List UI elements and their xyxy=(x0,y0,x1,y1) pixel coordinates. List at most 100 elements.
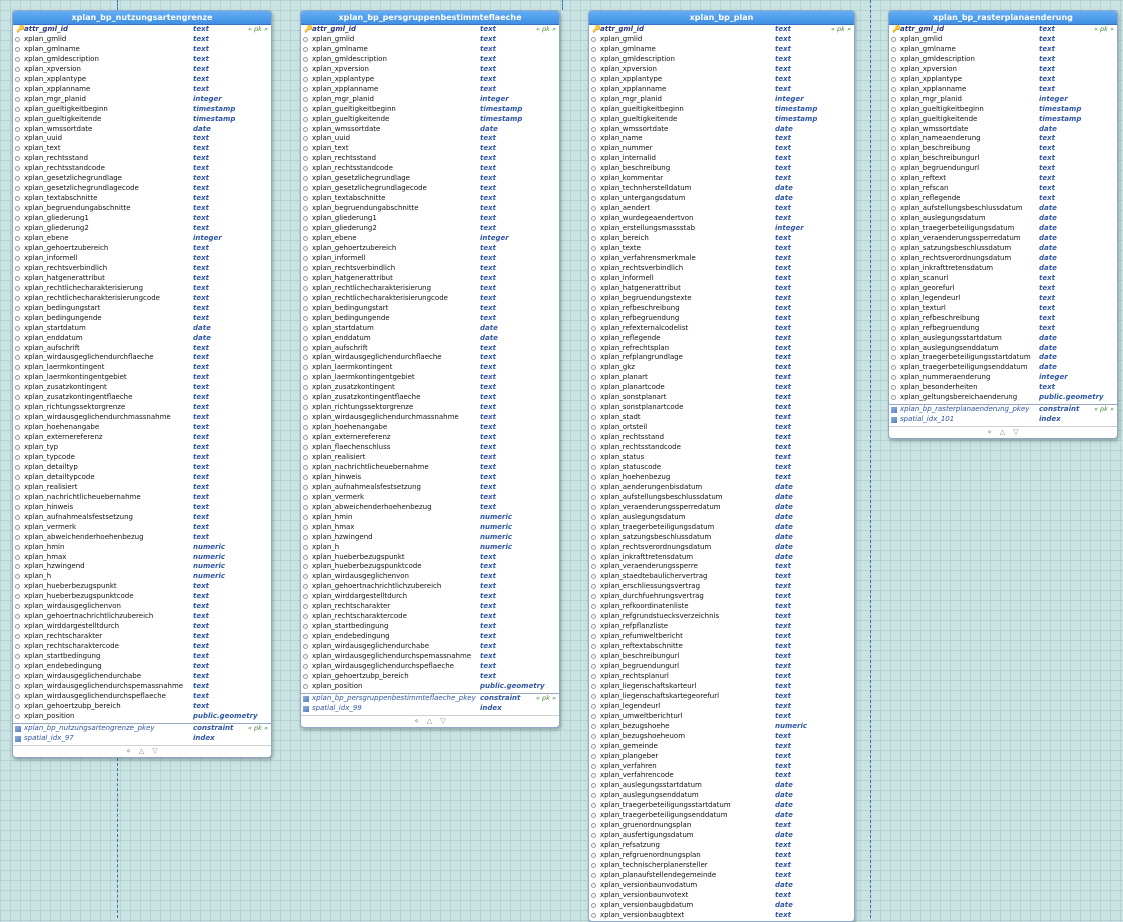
column-row[interactable]: xplan_gesetzlichegrundlagecode text xyxy=(301,184,559,194)
column-row[interactable]: xplan_enddatum date xyxy=(13,334,271,344)
column-row[interactable]: xplan_rechtsstand text xyxy=(589,433,854,443)
column-row[interactable]: xplan_gmlname text xyxy=(589,45,854,55)
column-row[interactable]: xplan_hmin numeric xyxy=(13,543,271,553)
column-row[interactable]: xplan_wirdausgeglichenvon text xyxy=(13,602,271,612)
column-row[interactable]: xplan_gueltigkeitbeginn timestamp xyxy=(13,105,271,115)
column-row[interactable]: xplan_aendert text xyxy=(589,204,854,214)
column-row[interactable]: xplan_liegenschaftskartegeorefurl text xyxy=(589,692,854,702)
column-row[interactable]: xplan_scanurl text xyxy=(889,274,1117,284)
column-row[interactable]: xplan_startbedingung text xyxy=(301,622,559,632)
collapse-down-icon[interactable]: ▽ xyxy=(1013,428,1018,436)
column-row[interactable]: xplan_aufschrift text xyxy=(13,344,271,354)
column-row[interactable]: xplan_rechtsstandcode text xyxy=(589,443,854,453)
column-row[interactable]: xplan_gehoertzubp_bereich text xyxy=(13,702,271,712)
column-row[interactable]: xplan_hoehenangabe text xyxy=(13,423,271,433)
column-row[interactable]: xplan_durchfuehrungsvertrag text xyxy=(589,592,854,602)
column-row[interactable]: xplan_text text xyxy=(301,144,559,154)
table-xplan-bp-plan[interactable]: xplan_bp_plan 🔑 attr_gml_id text « pk » xplan… xyxy=(588,10,855,922)
column-row[interactable]: xplan_veraenderungssperre text xyxy=(589,562,854,572)
column-row[interactable]: xplan_traegerbeteiligungsdatum date xyxy=(589,523,854,533)
column-row[interactable]: xplan_traegerbeteiligungsdatum date xyxy=(889,224,1117,234)
column-row[interactable]: xplan_aufnahmealsfestsetzung text xyxy=(13,513,271,523)
primary-key-row[interactable]: 🔑 attr_gml_id text « pk » xyxy=(301,25,559,35)
column-row[interactable]: xplan_h numeric xyxy=(13,572,271,582)
column-row[interactable]: xplan_gueltigkeitbeginn timestamp xyxy=(301,105,559,115)
column-row[interactable]: xplan_gueltigkeitbeginn timestamp xyxy=(589,105,854,115)
column-row[interactable]: xplan_auslegungsdatum date xyxy=(889,214,1117,224)
column-row[interactable]: xplan_refrechtsplan text xyxy=(589,344,854,354)
column-row[interactable]: xplan_xpplantype text xyxy=(13,75,271,85)
column-row[interactable]: xplan_xpplantype text xyxy=(589,75,854,85)
column-row[interactable]: xplan_informell text xyxy=(589,274,854,284)
column-row[interactable]: xplan_wirdausgeglichendurchmassnahme text xyxy=(13,413,271,423)
column-row[interactable]: xplan_refumweltbericht text xyxy=(589,632,854,642)
column-row[interactable]: xplan_planart text xyxy=(589,373,854,383)
column-row[interactable]: xplan_rechtlichecharakterisierung text xyxy=(13,284,271,294)
column-row[interactable]: xplan_rechtlichecharakterisierung text xyxy=(301,284,559,294)
column-row[interactable]: xplan_auslegungsdatum date xyxy=(589,513,854,523)
column-row[interactable]: xplan_hatgenerattribut text xyxy=(301,274,559,284)
column-row[interactable]: xplan_rechtsverordnungsdatum date xyxy=(589,543,854,553)
column-row[interactable]: xplan_gmlid text xyxy=(301,35,559,45)
column-row[interactable]: xplan_xpversion text xyxy=(13,65,271,75)
column-row[interactable]: xplan_gliederung1 text xyxy=(13,214,271,224)
column-row[interactable]: xplan_sonstplanartcode text xyxy=(589,403,854,413)
column-row[interactable]: xplan_refgrundstuecksverzeichnis text xyxy=(589,612,854,622)
column-row[interactable]: xplan_wirdausgeglichenvon text xyxy=(301,572,559,582)
collapse-down-icon[interactable]: ▽ xyxy=(152,747,157,755)
column-row[interactable]: xplan_refbegruendung text xyxy=(589,314,854,324)
column-row[interactable]: xplan_texturl text xyxy=(889,304,1117,314)
column-row[interactable]: xplan_technischerplanersteller text xyxy=(589,861,854,871)
column-row[interactable]: xplan_geltungsbereichaenderung public.geo… xyxy=(889,393,1117,403)
index-row[interactable]: xplan_bp_persgruppenbestimmteflaeche_pke… xyxy=(301,694,559,704)
column-row[interactable]: xplan_gliederung2 text xyxy=(301,224,559,234)
table-footer-controls[interactable]: ⋄ △ ▽ xyxy=(301,714,559,727)
index-row[interactable]: spatial_idx_97 index xyxy=(13,734,271,744)
column-row[interactable]: xplan_umweltberichturl text xyxy=(589,712,854,722)
column-row[interactable]: xplan_bedingungende text xyxy=(301,314,559,324)
column-row[interactable]: xplan_mgr_planid integer xyxy=(589,95,854,105)
column-row[interactable]: xplan_uuid text xyxy=(13,134,271,144)
column-row[interactable]: xplan_wmssortdate date xyxy=(589,125,854,135)
column-row[interactable]: xplan_gehoertzubp_bereich text xyxy=(301,672,559,682)
column-row[interactable]: xplan_wmssortdate date xyxy=(13,125,271,135)
column-row[interactable]: xplan_nameaenderung text xyxy=(889,134,1117,144)
column-row[interactable]: xplan_aufschrift text xyxy=(301,344,559,354)
column-row[interactable]: xplan_bezugshoehe numeric xyxy=(589,722,854,732)
column-row[interactable]: xplan_hzwingend numeric xyxy=(301,533,559,543)
index-row[interactable]: spatial_idx_99 index xyxy=(301,704,559,714)
column-row[interactable]: xplan_gliederung1 text xyxy=(301,214,559,224)
column-row[interactable]: xplan_refbeschreibung text xyxy=(889,314,1117,324)
column-row[interactable]: xplan_rechtsverbindlich text xyxy=(589,264,854,274)
column-row[interactable]: xplan_mgr_planid integer xyxy=(889,95,1117,105)
column-row[interactable]: xplan_uuid text xyxy=(301,134,559,144)
column-row[interactable]: xplan_status text xyxy=(589,453,854,463)
table-xplan-bp-rasterplanaenderung[interactable]: xplan_bp_rasterplanaenderung 🔑 attr_gml_id… xyxy=(888,10,1118,440)
column-row[interactable]: xplan_gliederung2 text xyxy=(13,224,271,234)
column-row[interactable]: xplan_rechtsverbindlich text xyxy=(301,264,559,274)
column-row[interactable]: xplan_gesetzlichegrundlage text xyxy=(13,174,271,184)
column-row[interactable]: xplan_gmlname text xyxy=(889,45,1117,55)
column-row[interactable]: xplan_aenderungenbisdatum date xyxy=(589,483,854,493)
column-row[interactable]: xplan_nummeraenderung integer xyxy=(889,373,1117,383)
column-row[interactable]: xplan_veraenderungssperredatum date xyxy=(889,234,1117,244)
column-row[interactable]: xplan_versionbaugbtext text xyxy=(589,911,854,921)
column-row[interactable]: xplan_bedingungstart text xyxy=(301,304,559,314)
table-footer-controls[interactable]: ⋄ △ ▽ xyxy=(13,744,271,757)
primary-key-row[interactable]: 🔑 attr_gml_id text « pk » xyxy=(589,25,854,35)
column-row[interactable]: xplan_laermkontingentgebiet text xyxy=(301,373,559,383)
column-row[interactable]: xplan_hueberbezugspunktcode text xyxy=(301,562,559,572)
table-footer-controls[interactable]: ⋄ △ ▽ xyxy=(889,426,1117,438)
column-row[interactable]: xplan_rechtsstand text xyxy=(301,154,559,164)
column-row[interactable]: xplan_nachrichtlicheuebernahme text xyxy=(301,463,559,473)
column-row[interactable]: xplan_refpflanzliste text xyxy=(589,622,854,632)
column-row[interactable]: xplan_versionbaugbdatum date xyxy=(589,901,854,911)
column-row[interactable]: xplan_gehoertnachrichtlichzubereich text xyxy=(301,582,559,592)
column-row[interactable]: xplan_gehoertnachrichtlichzubereich text xyxy=(13,612,271,622)
column-row[interactable]: xplan_bedingungende text xyxy=(13,314,271,324)
column-row[interactable]: xplan_satzungsbeschlussdatum date xyxy=(589,533,854,543)
column-row[interactable]: xplan_wirdausgeglichendurchspemassnahme t… xyxy=(13,682,271,692)
column-row[interactable]: xplan_externereferenz text xyxy=(301,433,559,443)
column-row[interactable]: xplan_text text xyxy=(13,144,271,154)
column-row[interactable]: xplan_gueltigkeitende timestamp xyxy=(889,115,1117,125)
